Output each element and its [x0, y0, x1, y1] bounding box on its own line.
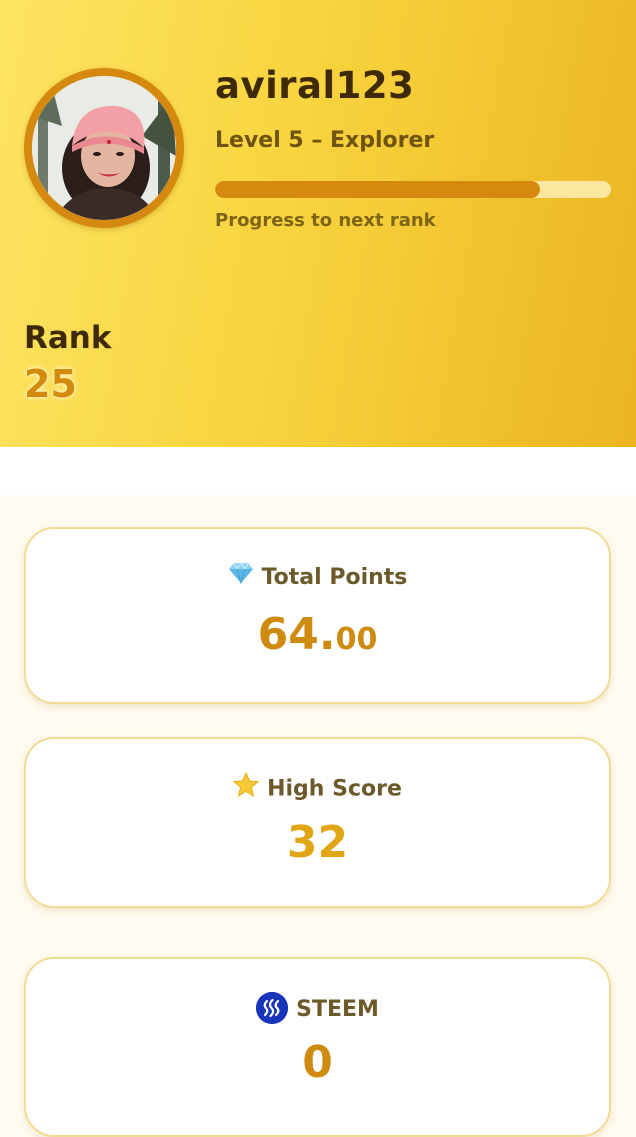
- total-points-label: Total Points: [261, 565, 408, 590]
- high-score-label: High Score: [267, 776, 402, 802]
- high-score-value: 32: [286, 817, 349, 868]
- high-score-title: High Score: [26, 771, 609, 805]
- total-points-decimal: 00: [335, 622, 378, 657]
- steem-card: STEEM 0: [24, 957, 611, 1137]
- star-icon: [232, 771, 260, 803]
- username: aviral123: [215, 64, 415, 107]
- avatar-photo: [32, 76, 176, 220]
- progress-label: Progress to next rank: [215, 210, 436, 231]
- steem-value: 0: [302, 1037, 333, 1088]
- rank-progress-bar: [215, 181, 611, 198]
- total-points-card: Total Points 64.00: [24, 527, 611, 704]
- header-divider-strip: [0, 447, 636, 495]
- total-points-integer: 64.: [257, 609, 336, 660]
- profile-header: aviral123 Level 5 – Explorer Progress to…: [0, 0, 636, 447]
- rank-label: Rank: [24, 320, 112, 356]
- steem-title: STEEM: [26, 992, 609, 1026]
- total-points-value: 64.00: [26, 609, 609, 660]
- high-score-card: High Score 32: [24, 737, 611, 908]
- level-text: Level 5 – Explorer: [215, 128, 435, 153]
- total-points-title: Total Points: [26, 561, 609, 592]
- gem-icon: [228, 561, 254, 590]
- steem-label: STEEM: [296, 997, 379, 1022]
- steem-icon: [256, 992, 289, 1024]
- rank-progress-fill: [215, 181, 540, 198]
- rank-value: 25: [24, 362, 77, 406]
- avatar[interactable]: [24, 68, 184, 228]
